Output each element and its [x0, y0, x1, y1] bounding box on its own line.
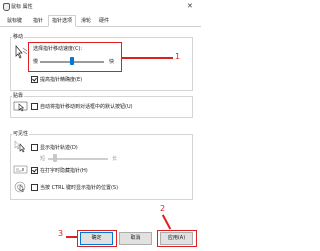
precision-checkbox[interactable]	[31, 76, 38, 83]
visibility-group-title: 可见性	[12, 130, 30, 137]
tab-buttons[interactable]: 鼠标键	[3, 15, 26, 27]
ok-button[interactable]: 确定	[80, 232, 113, 245]
trails-slider-thumb[interactable]	[53, 154, 57, 162]
ctrl-locate-checkbox[interactable]	[31, 184, 38, 191]
tab-hardware[interactable]: 硬件	[95, 15, 113, 27]
pointer-trails-icon	[14, 140, 26, 153]
hide-while-typing-checkbox[interactable]	[31, 167, 38, 174]
hide-while-typing-label: 在打字时隐藏指针(H)	[40, 168, 88, 174]
snap-checkbox[interactable]	[31, 103, 38, 110]
motion-group-title: 移动	[12, 33, 25, 40]
annotation-number-1: 1	[175, 52, 181, 61]
snap-group-title: 贴靠	[12, 92, 25, 99]
pointer-speed-icon	[15, 45, 28, 59]
fast-label: 快	[109, 59, 115, 65]
annotation-number-3: 3	[58, 229, 64, 238]
annotation-arrow-1	[121, 57, 173, 59]
trails-short-label: 短	[40, 156, 46, 162]
annotation-arrow-2	[162, 214, 172, 230]
ctrl-locate-label: 当按 CTRL 键时显示指针的位置(S)	[40, 185, 119, 191]
window-title: 鼠标 属性	[11, 4, 33, 10]
title-bar: 鼠标 属性 ✕	[0, 0, 201, 13]
trails-long-label: 长	[112, 156, 118, 162]
ctrl-locate-icon	[14, 181, 26, 193]
trails-slider-track[interactable]	[48, 158, 108, 160]
trails-label: 显示指针轨迹(D)	[40, 145, 78, 151]
tab-pointers[interactable]: 指针	[29, 15, 47, 27]
speed-label: 选择指针移动速度(C):	[33, 46, 83, 52]
mouse-app-icon	[3, 3, 10, 11]
precision-label: 提高指针精确度(E)	[40, 77, 83, 83]
tab-wheel[interactable]: 滑轮	[77, 15, 95, 27]
annotation-number-2: 2	[160, 204, 166, 213]
slow-label: 慢	[33, 59, 39, 65]
speed-slider-thumb[interactable]	[70, 57, 74, 65]
cancel-button[interactable]: 取消	[119, 232, 152, 245]
snap-label: 自动将指针移动到对话框中的默认按钮(U)	[40, 104, 133, 110]
apply-button[interactable]: 应用(A)	[160, 232, 193, 245]
snap-to-icon	[13, 101, 28, 112]
close-icon[interactable]: ✕	[187, 2, 193, 10]
trails-checkbox[interactable]	[31, 144, 38, 151]
tab-pointer-options[interactable]: 指针选项	[48, 15, 77, 27]
hide-pointer-icon	[13, 165, 28, 174]
